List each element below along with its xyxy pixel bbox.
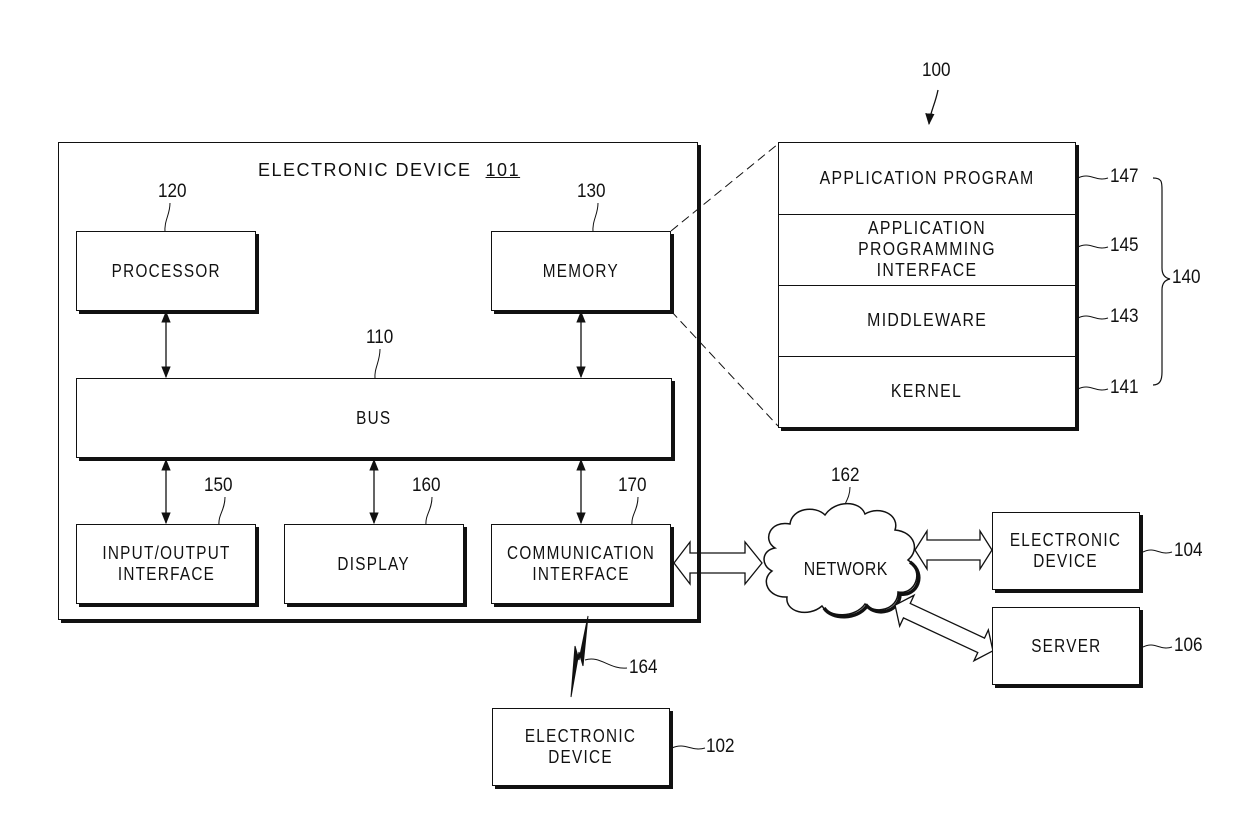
- layer-label: APPLICATION PROGRAMMING INTERFACE: [858, 218, 996, 280]
- server-box[interactable]: SERVER: [992, 607, 1140, 685]
- leader-147: [1077, 175, 1109, 180]
- layer-api[interactable]: APPLICATION PROGRAMMING INTERFACE: [779, 214, 1075, 286]
- electronic-device-102-box[interactable]: ELECTRONIC DEVICE: [492, 708, 670, 786]
- layer-label: MIDDLEWARE: [867, 310, 987, 330]
- device-ref: 101: [485, 160, 521, 180]
- comm-interface-label: COMMUNICATION INTERFACE: [506, 543, 656, 584]
- leader-104: [1142, 549, 1173, 554]
- device-102-label: ELECTRONIC DEVICE: [525, 726, 637, 767]
- display-ref: 160: [412, 475, 441, 496]
- electronic-device-104-box[interactable]: ELECTRONIC DEVICE: [992, 512, 1140, 590]
- processor-box[interactable]: PROCESSOR: [76, 231, 256, 311]
- leader-143: [1077, 315, 1109, 320]
- layer-ref-143: 143: [1110, 306, 1139, 327]
- device-104-label: ELECTRONIC DEVICE: [1010, 530, 1122, 571]
- network-label[interactable]: NETWORK: [804, 559, 888, 580]
- wireless-ref: 164: [629, 657, 658, 678]
- system-ref-arrow: [925, 89, 939, 126]
- layer-kernel[interactable]: KERNEL: [779, 356, 1075, 427]
- comm-interface-box[interactable]: COMMUNICATION INTERFACE: [491, 524, 671, 604]
- processor-label: PROCESSOR: [111, 260, 221, 281]
- leader-106: [1142, 644, 1173, 649]
- layer-ref-147: 147: [1110, 166, 1139, 187]
- program-stack: APPLICATION PROGRAM APPLICATION PROGRAMM…: [778, 142, 1076, 428]
- device-102-ref: 102: [706, 736, 735, 757]
- layer-application-program[interactable]: APPLICATION PROGRAM: [779, 143, 1075, 215]
- memory-label: MEMORY: [542, 260, 620, 281]
- layer-label: KERNEL: [891, 381, 963, 401]
- layer-label: APPLICATION PROGRAM: [819, 168, 1035, 188]
- io-interface-label: INPUT/OUTPUT INTERFACE: [101, 543, 231, 584]
- brace-140: [1152, 177, 1171, 386]
- io-interface-box[interactable]: INPUT/OUTPUT INTERFACE: [76, 524, 256, 604]
- processor-ref: 120: [158, 181, 187, 202]
- bus-ref: 110: [366, 327, 394, 348]
- diagram-canvas: 100 ELECTRONIC DEVICE 101 120 130 110 150…: [0, 0, 1240, 821]
- leader-102: [671, 745, 706, 750]
- layer-ref-141: 141: [1110, 377, 1139, 398]
- display-label: DISPLAY: [337, 553, 411, 574]
- device-104-ref: 104: [1174, 540, 1203, 561]
- stack-ref-140: 140: [1172, 267, 1201, 288]
- device-title-text: ELECTRONIC DEVICE: [258, 160, 472, 180]
- device-title: ELECTRONIC DEVICE 101: [258, 160, 520, 181]
- layer-ref-145: 145: [1110, 235, 1139, 256]
- leader-141: [1077, 386, 1109, 391]
- leader-164: [584, 658, 628, 669]
- wireless-bolt: [570, 615, 589, 698]
- io-ref: 150: [204, 475, 233, 496]
- display-box[interactable]: DISPLAY: [284, 524, 464, 604]
- server-ref: 106: [1174, 635, 1203, 656]
- system-ref-label: 100: [922, 60, 951, 81]
- network-device104-arrow: [914, 528, 993, 572]
- network-ref: 162: [831, 465, 860, 486]
- bus-box[interactable]: BUS: [76, 378, 672, 458]
- server-label: SERVER: [1030, 635, 1102, 656]
- memory-ref: 130: [577, 181, 606, 202]
- leader-145: [1077, 244, 1109, 249]
- comm-ref: 170: [618, 475, 647, 496]
- layer-middleware[interactable]: MIDDLEWARE: [779, 285, 1075, 357]
- bus-label: BUS: [356, 407, 392, 428]
- network-server-arrow: [894, 593, 994, 663]
- memory-box[interactable]: MEMORY: [491, 231, 671, 311]
